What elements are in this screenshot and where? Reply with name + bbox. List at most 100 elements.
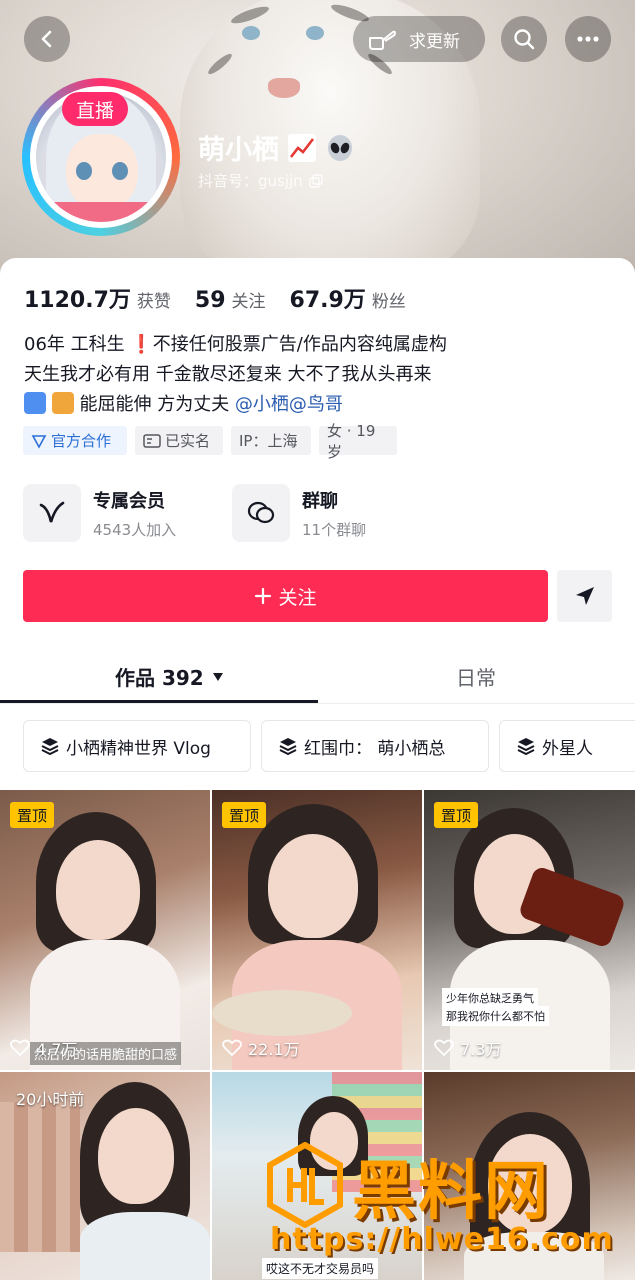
tab-works[interactable]: 作品 392 <box>115 662 224 691</box>
feature-subtitle: 11个群聊 <box>302 520 367 539</box>
tag-verified-name[interactable]: 已实名 <box>135 426 223 455</box>
request-update-label: 求更新 <box>409 31 460 52</box>
gift-icon <box>51 392 74 414</box>
profile-stats: 1120.7万 获赞 59 关注 67.9万 粉丝 <box>24 282 430 314</box>
caret-down-icon <box>212 672 223 681</box>
tag-gender-age: 女 · 19岁 <box>319 422 397 461</box>
tiger-eye <box>306 26 324 40</box>
avatar-collar <box>36 202 166 222</box>
live-badge[interactable]: 直播 <box>62 92 128 126</box>
collection-chip[interactable]: 外星人 <box>499 720 635 772</box>
layers-icon <box>517 738 535 756</box>
search-button[interactable] <box>501 16 547 62</box>
stat-likes[interactable]: 1120.7万 获赞 <box>24 282 171 314</box>
follow-label: 关注 <box>278 586 317 609</box>
thumb-face <box>268 834 358 938</box>
copy-icon[interactable] <box>308 173 323 188</box>
watermark-overlay: 黑料网 https://hlwe16.com <box>260 1138 635 1280</box>
stat-label: 粉丝 <box>371 292 406 312</box>
tag-ip-location: IP：上海 <box>231 426 311 455</box>
collection-chip[interactable]: 红围巾： 萌小栖总 <box>261 720 489 772</box>
more-dots-icon <box>577 36 599 42</box>
feature-title: 专属会员 <box>93 490 165 512</box>
stat-following[interactable]: 59 关注 <box>195 287 266 313</box>
pinned-badge: 置顶 <box>222 802 267 828</box>
watermark-url: https://hlwe16.com <box>270 1222 614 1257</box>
heart-icon <box>10 1039 30 1057</box>
thumb-plate <box>212 990 352 1036</box>
bio-line-2: 天生我才必有用 千金散尽还复来 大不了我从头再来 <box>24 364 432 385</box>
video-overlay-text: 少年你总缺乏勇气 <box>442 988 538 1008</box>
video-thumbnail[interactable]: 置顶 22.1万 <box>212 790 422 1070</box>
douyin-id-text: 抖音号：gusjjn <box>198 172 303 190</box>
alien-icon <box>328 134 352 161</box>
feature-vip-membership[interactable]: 专属会员 4543人加入 <box>23 484 223 542</box>
tag-label: 已实名 <box>165 432 211 450</box>
thumb-blurred-person <box>0 1102 80 1252</box>
request-update-button[interactable]: 求更新 <box>353 16 485 62</box>
tag-label: 女 · 19岁 <box>327 421 376 461</box>
avatar-eye <box>76 162 92 180</box>
watermark-logo-icon <box>267 1142 343 1228</box>
bio-line-3: 能屈能伸 方为丈夫 @小栖@鸟哥 <box>24 390 343 416</box>
video-thumbnail[interactable]: 置顶 少年你总缺乏勇气 那我祝你什么都不怕 7.3万 <box>424 790 635 1070</box>
like-count: 22.1万 <box>222 1036 300 1060</box>
thumb-face <box>56 840 140 940</box>
bio-text: 能屈能伸 方为丈夫 <box>79 394 235 415</box>
layers-icon <box>279 738 297 756</box>
thumb-face <box>98 1108 174 1204</box>
collection-chip[interactable]: 小栖精神世界 Vlog <box>23 720 251 772</box>
pointing-hand-icon <box>369 30 396 50</box>
back-button[interactable] <box>24 16 70 62</box>
stat-label: 获赞 <box>136 292 171 312</box>
official-icon <box>31 434 47 449</box>
share-button[interactable] <box>557 570 612 622</box>
chevron-left-icon <box>41 30 52 48</box>
post-time: 20小时前 <box>16 1090 85 1109</box>
tag-label: 官方合作 <box>51 432 112 450</box>
watermark-brand: 黑料网 <box>352 1155 550 1229</box>
tag-official-partner[interactable]: 官方合作 <box>23 426 127 455</box>
pinned-badge: 置顶 <box>10 802 55 828</box>
nickname-text: 萌小栖 <box>198 135 279 166</box>
profile-nickname: 萌小栖 <box>198 128 355 167</box>
more-button[interactable] <box>565 16 611 62</box>
chat-bubble-icon <box>247 501 275 524</box>
video-thumbnail[interactable]: 置顶 然后你的话用脆甜的口感 4.7万 <box>0 790 210 1070</box>
like-count-text: 22.1万 <box>248 1040 300 1059</box>
avatar-eye <box>112 162 128 180</box>
douyin-id[interactable]: 抖音号：gusjjn <box>198 170 323 191</box>
bio-line-1: 06年 工科生 ❗不接任何股票广告/作品内容纯属虚构 <box>24 334 447 355</box>
video-thumbnail[interactable]: 20小时前 <box>0 1072 210 1280</box>
stat-value: 67.9万 <box>289 288 366 313</box>
follow-button[interactable]: 关注 <box>23 570 548 622</box>
heart-icon <box>222 1039 242 1057</box>
tiger-nose <box>268 78 300 98</box>
send-icon <box>575 587 594 605</box>
tiger-eye <box>242 26 260 40</box>
mention-link[interactable]: @小栖 <box>235 394 289 415</box>
vip-v-icon <box>39 501 65 523</box>
tab-label: 作品 392 <box>115 666 204 690</box>
stat-value: 59 <box>194 288 226 313</box>
video-overlay-text: 那我祝你什么都不怕 <box>442 1006 549 1026</box>
feature-group-chat[interactable]: 群聊 11个群聊 <box>232 484 432 542</box>
tag-label: IP：上海 <box>239 432 298 450</box>
mention-link[interactable]: @鸟哥 <box>289 394 343 415</box>
like-count-text: 7.3万 <box>460 1040 502 1059</box>
like-count: 4.7万 <box>10 1036 77 1060</box>
feature-title: 群聊 <box>302 490 338 512</box>
like-count-text: 4.7万 <box>36 1040 78 1059</box>
stat-followers[interactable]: 67.9万 粉丝 <box>290 282 406 314</box>
heart-icon <box>434 1039 454 1057</box>
id-card-icon <box>143 433 161 448</box>
tab-daily[interactable]: 日常 <box>456 662 496 691</box>
collection-label: 红围巾： 萌小栖总 <box>304 738 446 759</box>
feature-subtitle: 4543人加入 <box>93 520 177 539</box>
layers-icon <box>41 738 59 756</box>
plus-icon <box>255 587 272 605</box>
like-count: 7.3万 <box>434 1036 501 1060</box>
double-down-arrow-icon <box>24 392 46 414</box>
search-icon <box>514 29 535 50</box>
tab-divider <box>0 703 635 704</box>
